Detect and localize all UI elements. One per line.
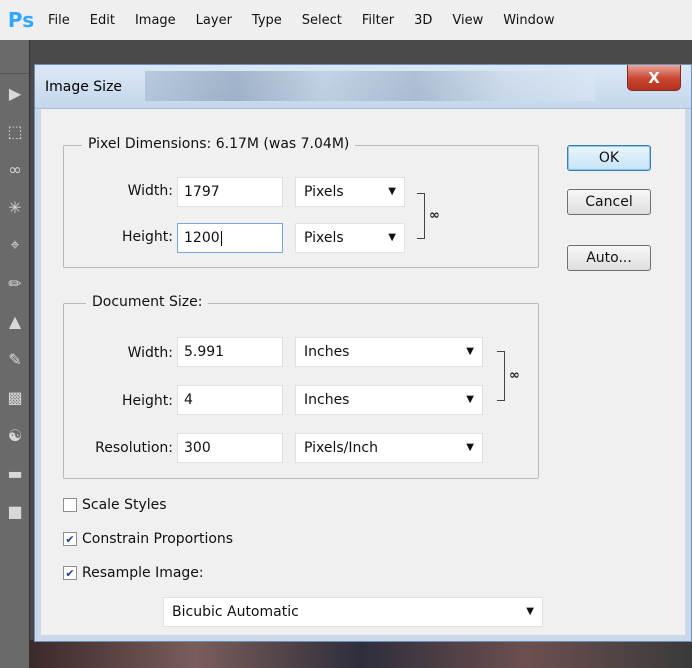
resample-image-option[interactable]: ✔ Resample Image: bbox=[63, 563, 204, 583]
chevron-down-icon: ▼ bbox=[526, 606, 534, 617]
eyedropper-tool-icon[interactable]: ✏ bbox=[0, 264, 30, 302]
chevron-down-icon: ▼ bbox=[388, 186, 396, 197]
menu-window[interactable]: Window bbox=[493, 0, 564, 40]
tools-panel: ▶ ⬚ ∞ ✳ ⌖ ✏ ▲ ✎ ▩ ☯ ▬ ■ bbox=[0, 40, 30, 668]
doc-height-unit-value: Inches bbox=[304, 392, 350, 408]
chain-link-icon: ∞ bbox=[509, 368, 520, 383]
pixel-height-input[interactable]: 1200 bbox=[177, 223, 283, 253]
doc-height-unit-select[interactable]: Inches ▼ bbox=[295, 385, 483, 415]
pixel-width-input[interactable]: 1797 bbox=[177, 177, 283, 207]
move-tool-icon[interactable]: ▶ bbox=[0, 74, 30, 112]
doc-height-label: Height: bbox=[122, 393, 173, 409]
ok-button[interactable]: OK bbox=[567, 145, 651, 171]
panel-grip[interactable] bbox=[0, 40, 29, 74]
cancel-button[interactable]: Cancel bbox=[567, 189, 651, 215]
chain-link-icon: ∞ bbox=[429, 208, 440, 223]
photoshop-logo: Ps bbox=[0, 0, 38, 40]
resolution-input[interactable]: 300 bbox=[177, 433, 283, 463]
auto-button[interactable]: Auto... bbox=[567, 245, 651, 271]
pixel-link-bracket bbox=[417, 193, 425, 239]
doc-width-unit-value: Inches bbox=[304, 344, 350, 360]
dialog-titlebar[interactable]: Image Size X bbox=[35, 65, 691, 109]
resolution-unit-value: Pixels/Inch bbox=[304, 440, 378, 456]
pixel-dimensions-legend: Pixel Dimensions: 6.17M (was 7.04M) bbox=[82, 136, 356, 152]
chevron-down-icon: ▼ bbox=[466, 394, 474, 405]
image-size-dialog: Image Size X Pixel Dimensions: 6.17M (wa… bbox=[34, 64, 692, 642]
constrain-proportions-option[interactable]: ✔ Constrain Proportions bbox=[63, 529, 233, 549]
document-canvas bbox=[30, 640, 692, 668]
pixel-height-unit-select[interactable]: Pixels ▼ bbox=[295, 223, 405, 253]
eraser-tool-icon[interactable]: ▬ bbox=[0, 454, 30, 492]
resolution-unit-select[interactable]: Pixels/Inch ▼ bbox=[295, 433, 483, 463]
menu-bar: Ps File Edit Image Layer Type Select Fil… bbox=[0, 0, 692, 40]
menu-image[interactable]: Image bbox=[125, 0, 186, 40]
menu-file[interactable]: File bbox=[38, 0, 80, 40]
scale-styles-checkbox[interactable] bbox=[63, 498, 77, 512]
close-icon[interactable]: X bbox=[627, 65, 681, 91]
dialog-title: Image Size bbox=[45, 79, 123, 95]
gradient-tool-icon[interactable]: ■ bbox=[0, 492, 30, 530]
titlebar-glass bbox=[145, 71, 595, 101]
menu-type[interactable]: Type bbox=[242, 0, 292, 40]
menu-3d[interactable]: 3D bbox=[404, 0, 442, 40]
brush-tool-icon[interactable]: ✎ bbox=[0, 340, 30, 378]
doc-width-label: Width: bbox=[127, 345, 173, 361]
chevron-down-icon: ▼ bbox=[466, 346, 474, 357]
resample-image-checkbox[interactable]: ✔ bbox=[63, 566, 77, 580]
doc-link-bracket bbox=[497, 351, 505, 401]
constrain-proportions-label: Constrain Proportions bbox=[82, 531, 234, 547]
history-brush-tool-icon[interactable]: ☯ bbox=[0, 416, 30, 454]
lasso-tool-icon[interactable]: ∞ bbox=[0, 150, 30, 188]
chevron-down-icon: ▼ bbox=[388, 232, 396, 243]
constrain-proportions-checkbox[interactable]: ✔ bbox=[63, 532, 77, 546]
pixel-width-label: Width: bbox=[127, 183, 173, 199]
text-caret bbox=[220, 230, 222, 246]
document-size-legend: Document Size: bbox=[86, 294, 209, 310]
healing-brush-tool-icon[interactable]: ▲ bbox=[0, 302, 30, 340]
doc-width-unit-select[interactable]: Inches ▼ bbox=[295, 337, 483, 367]
pixel-width-unit-select[interactable]: Pixels ▼ bbox=[295, 177, 405, 207]
resolution-label: Resolution: bbox=[95, 440, 173, 456]
menu-view[interactable]: View bbox=[442, 0, 493, 40]
menu-select[interactable]: Select bbox=[292, 0, 352, 40]
scale-styles-option[interactable]: Scale Styles bbox=[63, 495, 167, 515]
doc-height-input[interactable]: 4 bbox=[177, 385, 283, 415]
resample-method-select[interactable]: Bicubic Automatic ▼ bbox=[163, 597, 543, 627]
resample-image-label: Resample Image: bbox=[82, 565, 204, 581]
crop-tool-icon[interactable]: ⌖ bbox=[0, 226, 30, 264]
marquee-tool-icon[interactable]: ⬚ bbox=[0, 112, 30, 150]
menu-filter[interactable]: Filter bbox=[352, 0, 404, 40]
pixel-height-unit-value: Pixels bbox=[304, 230, 344, 246]
doc-width-input[interactable]: 5.991 bbox=[177, 337, 283, 367]
menu-edit[interactable]: Edit bbox=[80, 0, 125, 40]
clone-stamp-tool-icon[interactable]: ▩ bbox=[0, 378, 30, 416]
resample-method-value: Bicubic Automatic bbox=[172, 604, 299, 620]
scale-styles-label: Scale Styles bbox=[82, 497, 167, 513]
menu-layer[interactable]: Layer bbox=[186, 0, 242, 40]
pixel-height-value: 1200 bbox=[184, 230, 220, 246]
quick-select-tool-icon[interactable]: ✳ bbox=[0, 188, 30, 226]
pixel-width-unit-value: Pixels bbox=[304, 184, 344, 200]
pixel-height-label: Height: bbox=[122, 229, 173, 245]
chevron-down-icon: ▼ bbox=[466, 442, 474, 453]
